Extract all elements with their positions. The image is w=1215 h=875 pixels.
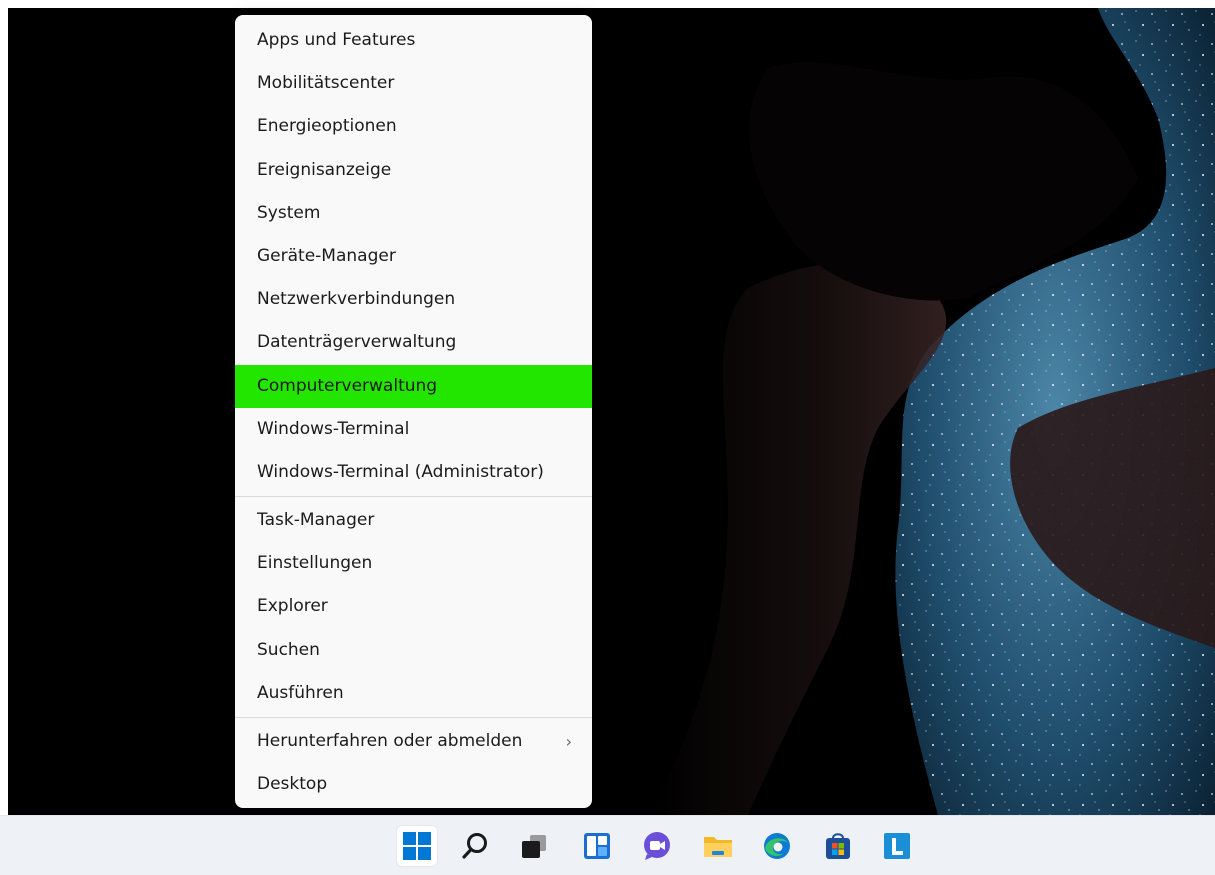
file-explorer-icon[interactable] (698, 826, 738, 866)
taskbar (0, 815, 1215, 875)
menu-item-label: Mobilitätscenter (257, 73, 395, 94)
teams-chat-icon[interactable] (637, 826, 677, 866)
menu-item-label: Geräte-Manager (257, 245, 396, 266)
menu-item-label: Einstellungen (257, 553, 373, 574)
menu-item-label: Netzwerkverbindungen (257, 289, 456, 310)
chevron-right-icon: › (565, 732, 572, 751)
menu-item-label: Ausführen (257, 682, 344, 703)
menu-item-apps-und-features[interactable]: Apps und Features (235, 19, 592, 62)
menu-item-energieoptionen[interactable]: Energieoptionen (235, 105, 592, 148)
menu-item-datentraegerverwaltung[interactable]: Datenträgerverwaltung (235, 321, 592, 364)
menu-item-label: Herunterfahren oder abmelden (257, 731, 523, 751)
menu-item-system[interactable]: System (235, 192, 592, 235)
menu-item-label: Task-Manager (257, 510, 375, 531)
menu-item-einstellungen[interactable]: Einstellungen (235, 542, 592, 585)
menu-item-label: System (257, 202, 321, 223)
menu-item-windows-terminal-administrator[interactable]: Windows-Terminal (Administrator) (235, 451, 592, 494)
menu-item-explorer[interactable]: Explorer (235, 585, 592, 628)
menu-item-mobilitaetscenter[interactable]: Mobilitätscenter (235, 62, 592, 105)
menu-item-label: Windows-Terminal (257, 418, 410, 439)
menu-item-windows-terminal[interactable]: Windows-Terminal (235, 408, 592, 451)
task-view-icon[interactable] (514, 826, 554, 866)
menu-item-label: Explorer (257, 596, 328, 617)
widgets-icon[interactable] (577, 826, 617, 866)
menu-item-herunterfahren-oder-abmelden[interactable]: Herunterfahren oder abmelden › (235, 720, 592, 763)
menu-item-label: Computerverwaltung (257, 375, 438, 396)
menu-item-label: Datenträgerverwaltung (257, 332, 457, 353)
wallpaper-image (8, 8, 1215, 815)
menu-item-desktop[interactable]: Desktop (235, 763, 592, 806)
windows-start-icon[interactable] (397, 826, 437, 866)
menu-item-ereignisanzeige[interactable]: Ereignisanzeige (235, 149, 592, 192)
menu-item-label: Energieoptionen (257, 116, 397, 137)
desktop[interactable] (8, 8, 1215, 815)
menu-item-geraete-manager[interactable]: Geräte-Manager (235, 235, 592, 278)
edge-browser-icon[interactable] (757, 826, 797, 866)
menu-separator (235, 496, 592, 498)
menu-item-label: Ereignisanzeige (257, 159, 392, 180)
microsoft-store-icon[interactable] (818, 826, 858, 866)
search-icon[interactable] (455, 826, 495, 866)
menu-separator (235, 717, 592, 718)
menu-item-label: Desktop (257, 774, 328, 795)
winx-context-menu: Apps und Features Mobilitätscenter Energie… (235, 15, 592, 808)
menu-item-suchen[interactable]: Suchen (235, 629, 592, 672)
menu-item-computerverwaltung[interactable]: Computerverwaltung (235, 364, 592, 408)
menu-item-label: Windows-Terminal (Administrator) (257, 461, 544, 482)
menu-item-task-manager[interactable]: Task-Manager (235, 499, 592, 542)
menu-item-netzwerkverbindungen[interactable]: Netzwerkverbindungen (235, 278, 592, 321)
menu-item-label: Suchen (257, 639, 320, 660)
app-l-icon[interactable] (877, 826, 917, 866)
menu-item-label: Apps und Features (257, 30, 416, 50)
menu-item-ausfuehren[interactable]: Ausführen (235, 672, 592, 715)
